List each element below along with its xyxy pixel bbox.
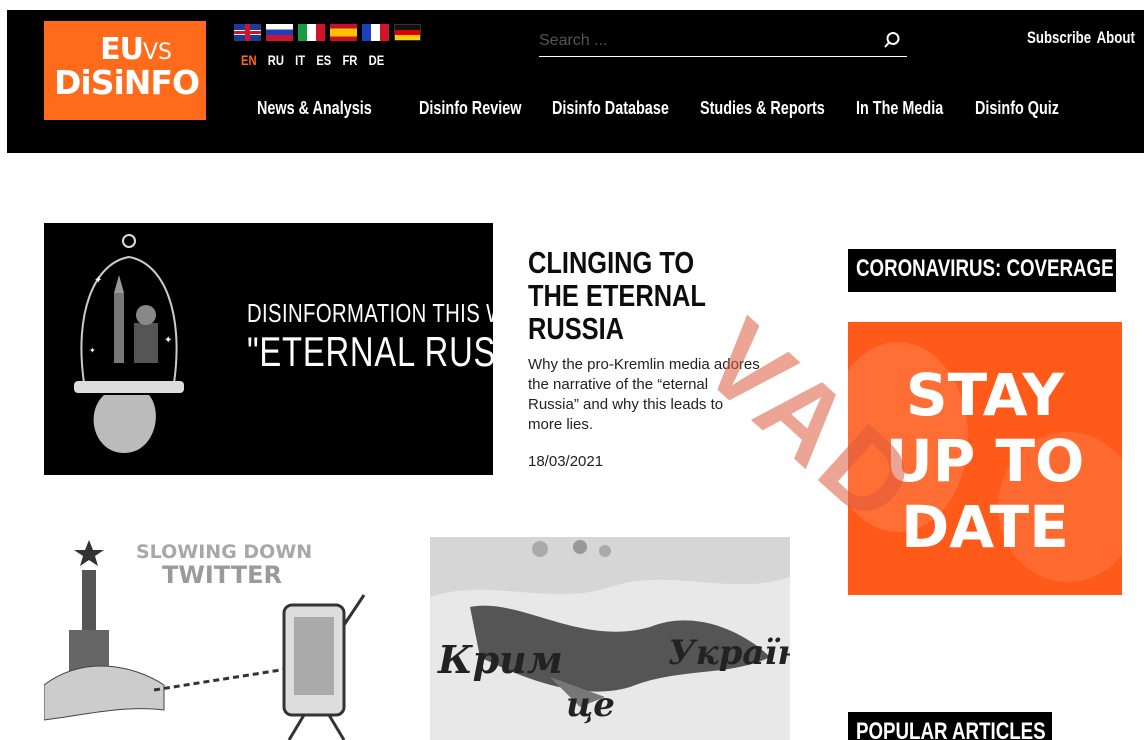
svg-text:✦: ✦: [94, 275, 102, 286]
main-nav: News & Analysis Disinfo Review Disinfo D…: [257, 98, 1075, 119]
lang-es[interactable]: ES: [316, 52, 331, 68]
lang-ru[interactable]: RU: [268, 52, 284, 68]
glass-dome-illustration-icon: ✦ ✦ ✦: [74, 234, 184, 453]
stay-up-to-date-banner[interactable]: STAY UP TO DATE: [848, 322, 1122, 595]
language-switcher: EN RU IT ES FR DE: [241, 52, 384, 68]
nav-disinfo-quiz[interactable]: Disinfo Quiz: [975, 98, 1059, 119]
search-icon[interactable]: [883, 31, 901, 49]
article-excerpt: Why the pro-Kremlin media adores the nar…: [528, 356, 760, 433]
search-input[interactable]: [539, 28, 869, 54]
featured-article: CLINGING TO THE ETERNAL RUSSIA Why the p…: [528, 246, 768, 470]
svg-text:✦: ✦: [164, 335, 172, 346]
subscribe-link[interactable]: Subscribe: [1027, 28, 1091, 48]
article-title[interactable]: CLINGING TO THE ETERNAL RUSSIA: [528, 246, 749, 345]
flag-uk-icon[interactable]: [234, 24, 261, 41]
flag-it-icon[interactable]: [298, 24, 325, 41]
site-header: EUVS DiSiNFO EN RU IT ES FR DE Subscribe…: [7, 10, 1144, 153]
flag-fr-icon[interactable]: [362, 24, 389, 41]
nav-in-the-media[interactable]: In The Media: [856, 98, 951, 119]
article-date: 18/03/2021: [528, 453, 604, 470]
lang-it[interactable]: IT: [295, 52, 305, 68]
logo-line2: DiSiNFO: [54, 63, 200, 102]
nav-disinfo-review[interactable]: Disinfo Review: [419, 98, 525, 119]
top-links: Subscribe About: [1027, 28, 1135, 48]
article-thumbnail-crimea[interactable]: Крим це Україна!: [430, 537, 790, 740]
flag-de-icon[interactable]: [394, 24, 421, 41]
nav-studies-reports[interactable]: Studies & Reports: [700, 98, 825, 119]
article-thumbnail-twitter[interactable]: SLOWING DOWN TWITTER: [44, 535, 392, 740]
flag-ru-icon[interactable]: [266, 24, 293, 41]
featured-article-image[interactable]: ✦ ✦ ✦ DISINFORMATION THIS WEEK: "ETERNAL…: [44, 223, 493, 475]
search-bar: [539, 28, 907, 57]
featured-image-caption: DISINFORMATION THIS WEEK: "ETERNAL RUSSI…: [247, 298, 493, 375]
nav-disinfo-database[interactable]: Disinfo Database: [552, 98, 670, 119]
coronavirus-coverage-heading: CORONAVIRUS: COVERAGE: [848, 249, 1116, 292]
lang-de[interactable]: DE: [369, 52, 385, 68]
site-logo[interactable]: EUVS DiSiNFO: [44, 21, 206, 120]
popular-articles-heading: POPULAR ARTICLES: [848, 712, 1052, 740]
svg-text:✦: ✦: [89, 346, 96, 355]
nav-news-analysis[interactable]: News & Analysis: [257, 98, 372, 119]
language-flags: [234, 24, 421, 41]
about-link[interactable]: About: [1097, 28, 1135, 48]
flag-es-icon[interactable]: [330, 24, 357, 41]
lang-fr[interactable]: FR: [342, 52, 357, 68]
lang-en[interactable]: EN: [241, 52, 257, 68]
